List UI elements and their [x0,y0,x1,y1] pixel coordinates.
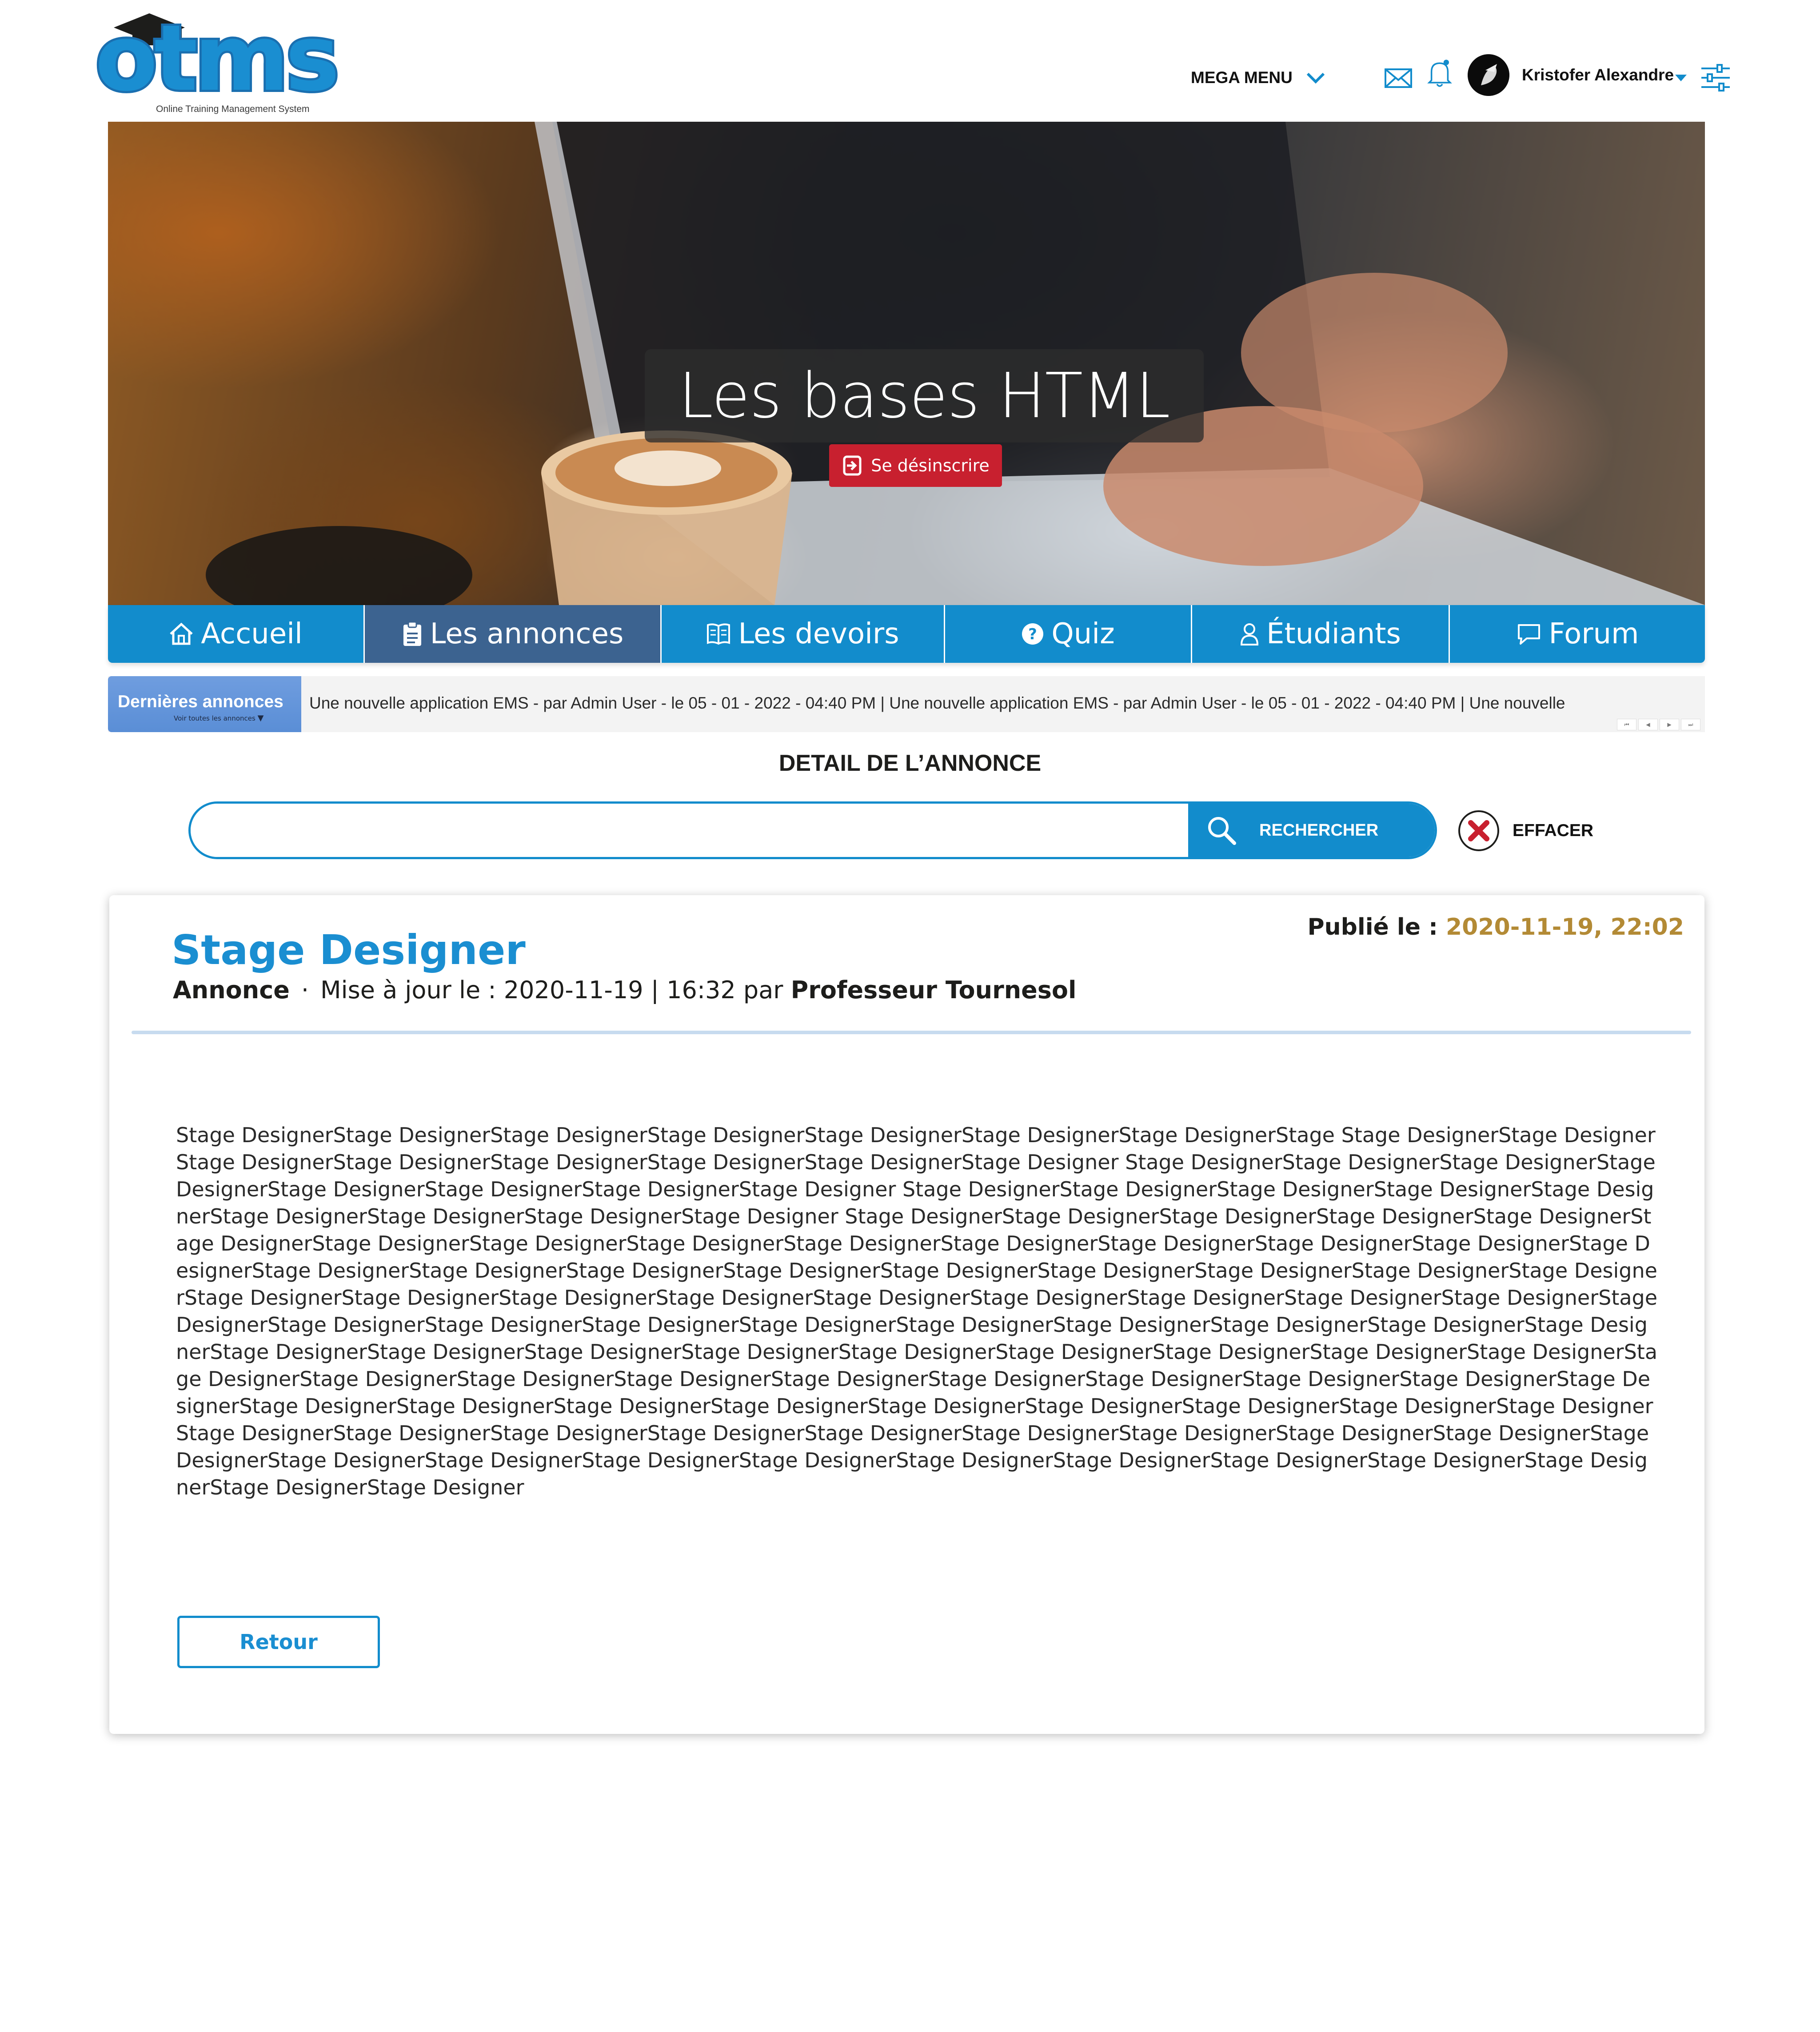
otms-logo[interactable]: otms Online Training Management System [92,6,342,115]
avatar-image [1468,54,1509,96]
separator-dot: · [301,976,309,1004]
course-hero-banner: Les bases HTML Se désinscrire [108,122,1705,605]
announcement-meta: Annonce · Mise à jour le : 2020-11-19 | 16… [173,976,1077,1004]
nav-tab-accueil[interactable]: Accueil [108,605,365,663]
published-date: Publié le : 2020-11-19, 22:02 [1308,914,1684,940]
course-title-box: Les bases HTML [645,349,1204,442]
announcement-author[interactable]: Professeur Tournesol [791,976,1077,1004]
nav-tab-quiz[interactable]: ? Quiz [945,605,1192,663]
announcement-title: Stage Designer [172,926,526,974]
ticker-first-button[interactable]: ⏮ [1617,719,1636,730]
mega-menu-toggle[interactable]: MEGA MENU [1191,67,1325,89]
settings-sliders-icon[interactable] [1700,63,1732,92]
search-button-label: RECHERCHER [1259,821,1379,840]
nav-tab-label: Les devoirs [738,618,899,650]
unsubscribe-button[interactable]: Se désinscrire [829,444,1002,487]
sign-in-icon [843,455,862,476]
published-label: Publié le : [1307,914,1438,940]
ticker-scrolling-text[interactable]: Une nouvelle application EMS - par Admin… [309,694,1700,713]
nav-tab-label: Quiz [1051,618,1115,650]
bell-icon[interactable] [1424,58,1455,89]
close-circle-icon [1458,810,1499,851]
nav-tab-devoirs[interactable]: Les devoirs [662,605,945,663]
logo-tagline: Online Training Management System [156,104,310,114]
question-icon: ? [1022,623,1044,645]
page-title: DETAIL DE L’ANNONCE [778,750,1042,776]
avatar[interactable] [1468,54,1509,96]
chevron-down-icon [1306,72,1325,84]
search-bar: RECHERCHER [188,801,1437,859]
course-nav-bar: Accueil Les annonces Les devoirs ? Quiz [108,605,1705,663]
search-button[interactable]: RECHERCHER [1188,804,1435,857]
nav-tab-label: Étudiants [1266,618,1401,650]
chat-icon [1517,624,1540,645]
user-icon [1241,623,1259,645]
ticker-prev-button[interactable]: ◀ [1638,719,1658,730]
nav-tab-etudiants[interactable]: Étudiants [1192,605,1450,663]
home-icon [170,622,193,645]
user-name[interactable]: Kristofer Alexandre [1522,66,1674,84]
clear-button[interactable]: EFFACER [1457,809,1593,852]
ticker-next-button[interactable]: ▶ [1660,719,1679,730]
announcement-card: Stage Designer Annonce · Mise à jour le : … [109,895,1704,1734]
mega-menu-label: MEGA MENU [1191,68,1293,87]
clipboard-icon [403,621,421,646]
course-title: Les bases HTML [679,359,1170,432]
latest-announcements-ticker: Dernières annonces Voir toutes les annon… [108,676,1705,732]
logo-wordmark: otms [93,6,342,112]
ticker-controls: ⏮ ◀ ▶ ⏭ [1617,719,1700,730]
book-icon [707,623,730,645]
search-input[interactable] [191,804,1190,857]
card-divider [132,1031,1691,1034]
search-icon [1208,817,1236,845]
nav-tab-annonces[interactable]: Les annonces [365,605,662,663]
ticker-title: Dernières annonces [118,692,283,711]
nav-tab-forum[interactable]: Forum [1450,605,1705,663]
back-button[interactable]: Retour [177,1616,380,1668]
ticker-label-box: Dernières annonces Voir toutes les annon… [108,676,301,732]
top-header: otms Online Training Management System M… [0,0,1820,120]
see-all-announcements-link[interactable]: Voir toutes les annonces ▼ [174,713,263,723]
caret-down-icon[interactable] [1674,73,1688,82]
unsubscribe-label: Se désinscrire [871,456,990,475]
announcement-updated: Mise à jour le : 2020-11-19 | 16:32 par [320,976,783,1004]
caret-down-icon: ▼ [257,713,264,723]
svg-text:?: ? [1028,626,1037,643]
see-all-label: Voir toutes les annonces [174,714,255,722]
ticker-last-button[interactable]: ⏭ [1681,719,1700,730]
announcement-type: Annonce [173,976,290,1004]
announcement-body: Stage DesignerStage DesignerStage Design… [176,1123,1658,1499]
clear-button-label: EFFACER [1513,821,1594,840]
nav-tab-label: Accueil [201,618,303,650]
nav-tab-label: Forum [1549,618,1639,650]
nav-tab-label: Les annonces [430,618,624,650]
published-value: 2020-11-19, 22:02 [1446,914,1684,940]
mail-icon[interactable] [1383,62,1414,93]
